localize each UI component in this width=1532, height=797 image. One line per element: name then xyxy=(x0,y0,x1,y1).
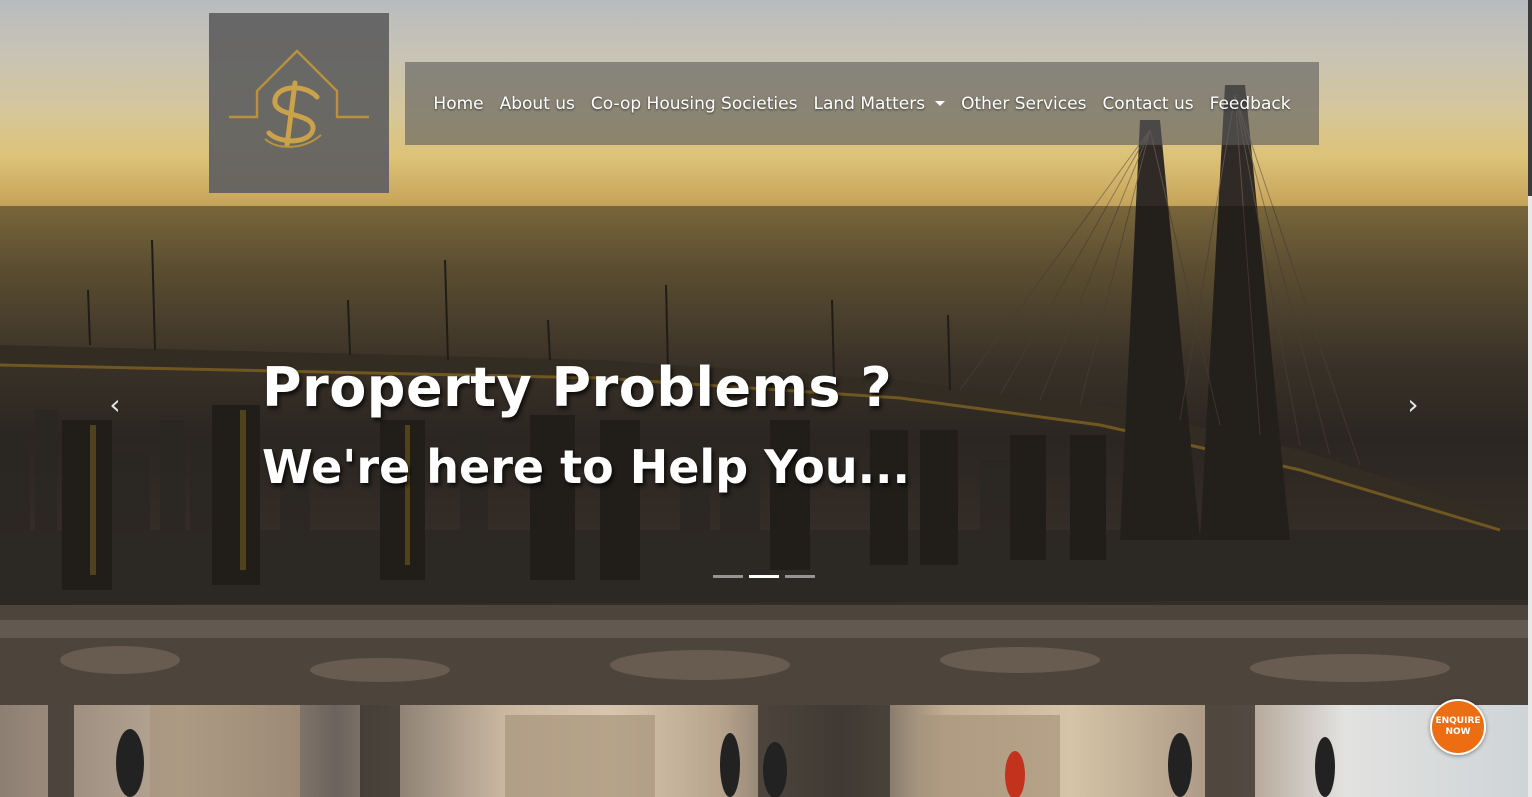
enquire-line2: NOW xyxy=(1445,727,1471,737)
carousel-indicator-3[interactable] xyxy=(785,575,815,578)
nav-land-matters-dropdown[interactable]: Land Matters xyxy=(813,93,946,114)
nav-home[interactable]: Home xyxy=(433,94,483,114)
enquire-now-button[interactable]: ENQUIRE NOW xyxy=(1430,699,1486,755)
gateway-crowd-photo xyxy=(48,705,1335,797)
carousel-headline: Property Problems ? xyxy=(262,356,893,419)
enquire-line1: ENQUIRE xyxy=(1435,716,1481,726)
nav-feedback[interactable]: Feedback xyxy=(1210,94,1291,114)
chevron-right-icon: › xyxy=(1407,388,1419,421)
site-logo[interactable] xyxy=(209,13,389,193)
nav-contact-us[interactable]: Contact us xyxy=(1102,94,1193,114)
carousel-prev-button[interactable]: ‹ xyxy=(100,390,130,420)
nav-land-matters-label: Land Matters xyxy=(813,93,926,114)
caret-down-icon xyxy=(935,101,946,106)
carousel-subheadline: We're here to Help You... xyxy=(262,440,910,494)
scrollbar-track[interactable] xyxy=(1528,0,1532,797)
house-s-logo-icon xyxy=(229,49,369,148)
nav-other-services[interactable]: Other Services xyxy=(961,94,1086,114)
carousel-next-button[interactable]: › xyxy=(1398,390,1428,420)
nav-about-us[interactable]: About us xyxy=(500,94,575,114)
carousel-indicator-1[interactable] xyxy=(713,575,743,578)
scrollbar-thumb[interactable] xyxy=(1528,0,1532,196)
carousel-indicator-2[interactable] xyxy=(749,575,779,578)
main-navbar: Home About us Co-op Housing Societies La… xyxy=(405,62,1319,145)
chevron-left-icon: ‹ xyxy=(109,388,121,421)
carousel-indicators xyxy=(713,575,815,578)
nav-coop-housing-societies[interactable]: Co-op Housing Societies xyxy=(591,94,798,114)
gateway-of-india-photo-section xyxy=(0,705,1528,797)
